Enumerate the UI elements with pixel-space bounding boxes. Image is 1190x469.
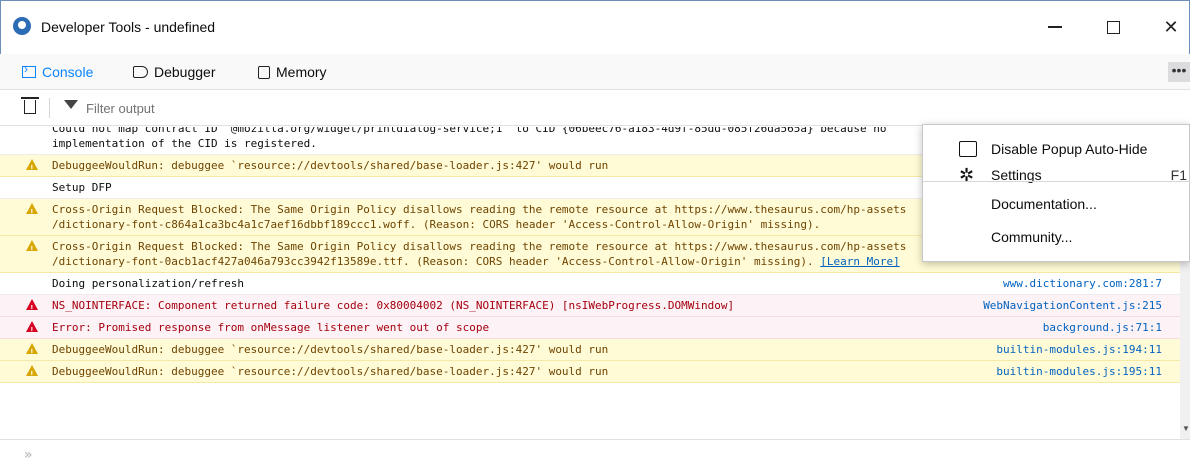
log-row: Doing personalization/refresh www.diction… xyxy=(0,273,1180,295)
log-message: DebuggeeWouldRun: debuggee `resource://d… xyxy=(52,343,609,356)
clear-console-icon[interactable] xyxy=(21,97,39,114)
warning-icon xyxy=(26,365,38,382)
filter-icon xyxy=(64,100,78,109)
log-row: DebuggeeWouldRun: debuggee `resource://d… xyxy=(0,361,1180,383)
menu-item-label: Community... xyxy=(991,229,1073,245)
minimize-button[interactable] xyxy=(1035,13,1075,41)
tab-debugger[interactable]: Debugger xyxy=(133,54,216,90)
log-source-link[interactable]: www.dictionary.com:281:7 xyxy=(1003,276,1162,291)
close-icon: ✕ xyxy=(1163,16,1179,37)
warning-icon xyxy=(26,240,38,257)
firefox-icon xyxy=(13,17,31,35)
tab-memory-label: Memory xyxy=(276,64,327,80)
meatball-icon: ••• xyxy=(1171,62,1187,78)
devtools-tabbar: Console Debugger Memory xyxy=(0,54,1190,90)
log-row: DebuggeeWouldRun: debuggee `resource://d… xyxy=(0,339,1180,361)
log-message: DebuggeeWouldRun: debuggee `resource://d… xyxy=(52,365,609,378)
minimize-icon xyxy=(1048,26,1062,28)
memory-icon xyxy=(258,65,270,79)
menu-item-settings[interactable]: ✲ Settings F1 xyxy=(923,161,1190,189)
options-popup-menu: Disable Popup Auto-Hide ✲ Settings F1 Do… xyxy=(922,124,1190,262)
debugger-icon xyxy=(133,66,148,78)
log-row: Error: Promised response from onMessage … xyxy=(0,317,1180,339)
log-source-link[interactable]: background.js:71:1 xyxy=(1043,320,1162,335)
toolbar-divider xyxy=(49,98,50,118)
log-message: DebuggeeWouldRun: debuggee `resource://d… xyxy=(52,159,609,172)
window-title: Developer Tools - undefined xyxy=(41,19,216,35)
warning-icon xyxy=(26,203,38,220)
console-input[interactable]: » xyxy=(0,439,1190,469)
tab-console[interactable]: Console xyxy=(22,54,93,90)
learn-more-link[interactable]: [Learn More] xyxy=(820,255,899,268)
console-icon xyxy=(22,62,36,78)
warning-icon xyxy=(26,159,38,176)
error-icon xyxy=(26,299,38,316)
menu-item-community[interactable]: Community... xyxy=(923,223,1190,251)
filter-input[interactable] xyxy=(86,97,906,119)
log-message: Cross-Origin Request Blocked: The Same O… xyxy=(52,203,907,231)
popup-icon xyxy=(959,141,977,157)
log-message: Cross-Origin Request Blocked: The Same O… xyxy=(52,240,907,268)
log-source-link[interactable]: builtin-modules.js:194:11 xyxy=(996,342,1162,357)
error-icon xyxy=(26,321,38,338)
console-toolbar xyxy=(0,90,1190,126)
tab-memory[interactable]: Memory xyxy=(258,54,327,90)
tab-console-label: Console xyxy=(42,64,94,80)
menu-item-label: Disable Popup Auto-Hide xyxy=(991,141,1148,157)
menu-item-label: Documentation... xyxy=(991,196,1097,212)
log-message: Error: Promised response from onMessage … xyxy=(52,321,490,334)
menu-item-documentation[interactable]: Documentation... xyxy=(923,190,1190,218)
scroll-down-arrow-icon[interactable]: ▼ xyxy=(1182,424,1190,433)
log-message: Could not map contract ID "@mozilla.org/… xyxy=(52,127,887,150)
menu-divider xyxy=(923,181,1190,182)
log-row: NS_NOINTERFACE: Component returned failu… xyxy=(0,295,1180,317)
more-options-button[interactable]: ••• xyxy=(1168,62,1190,82)
log-source-link[interactable]: WebNavigationContent.js:215 xyxy=(983,298,1162,313)
menu-item-disable-popup-autohide[interactable]: Disable Popup Auto-Hide xyxy=(923,135,1190,163)
log-message: Doing personalization/refresh xyxy=(52,277,245,290)
tab-debugger-label: Debugger xyxy=(154,64,216,80)
prompt-chevron-icon: » xyxy=(24,447,33,463)
window-titlebar: Developer Tools - undefined ✕ xyxy=(0,0,1190,54)
maximize-icon xyxy=(1106,20,1120,34)
warning-icon xyxy=(26,343,38,360)
log-source-link[interactable]: builtin-modules.js:195:11 xyxy=(996,364,1162,379)
log-message: NS_NOINTERFACE: Component returned failu… xyxy=(52,299,735,312)
close-button[interactable]: ✕ xyxy=(1151,13,1190,41)
log-message: Setup DFP xyxy=(52,181,112,194)
maximize-button[interactable] xyxy=(1093,13,1133,41)
